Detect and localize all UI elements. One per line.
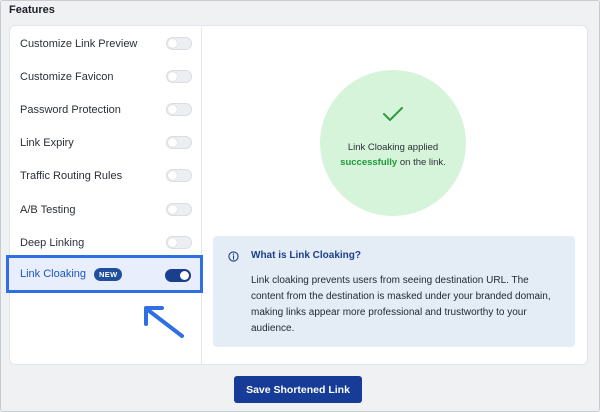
new-badge: NEW [94,267,123,281]
info-title: What is Link Cloaking? [251,250,362,261]
info-body: Link cloaking prevents users from seeing… [251,275,551,334]
success-line2: on the link. [397,157,446,168]
arrow-pointer-icon [144,306,184,338]
toggle-knob [168,105,177,114]
toggle-knob [168,39,177,48]
toggle-traffic-routing-rules[interactable] [166,169,192,182]
toggle-password-protection[interactable] [166,103,192,116]
success-indicator: Link Cloaking applied successfully on th… [320,70,466,216]
toggle-ab-testing[interactable] [166,203,192,216]
feature-item-ab-testing[interactable]: A/B Testing [9,193,201,226]
section-title: Features [9,4,55,16]
feature-label: Deep Linking [20,236,85,249]
toggle-link-expiry[interactable] [166,136,192,149]
check-icon [383,107,403,121]
success-message: Link Cloaking applied successfully on th… [328,140,458,170]
toggle-knob [168,72,177,81]
info-icon [228,251,239,262]
info-box: What is Link Cloaking? Link cloaking pre… [213,236,575,347]
feature-label: Link Expiry [20,136,74,149]
feature-label: Customize Link Preview [20,37,138,50]
feature-label: Customize Favicon [20,70,114,83]
toggle-deep-linking[interactable] [166,236,192,249]
toggle-knob [180,271,189,280]
feature-item-traffic-routing-rules[interactable]: Traffic Routing Rules [9,159,201,192]
panel-divider [201,25,202,365]
success-highlight: successfully [340,157,398,168]
toggle-customize-favicon[interactable] [166,70,192,83]
toggle-knob [168,171,177,180]
feature-item-link-expiry[interactable]: Link Expiry [9,126,201,159]
feature-item-customize-link-preview[interactable]: Customize Link Preview [9,27,201,60]
toggle-knob [168,138,177,147]
feature-item-link-cloaking[interactable]: Link Cloaking NEW [6,255,203,293]
feature-item-customize-favicon[interactable]: Customize Favicon [9,60,201,93]
success-line1: Link Cloaking applied [347,142,439,153]
toggle-knob [168,238,177,247]
feature-label: Traffic Routing Rules [20,169,123,182]
toggle-link-cloaking[interactable] [165,269,191,282]
feature-label: Password Protection [20,103,121,116]
feature-label: A/B Testing [20,203,76,216]
save-shortened-link-button[interactable]: Save Shortened Link [234,376,362,403]
feature-label: Link Cloaking [20,268,87,280]
toggle-customize-link-preview[interactable] [166,37,192,50]
toggle-knob [168,205,177,214]
feature-item-password-protection[interactable]: Password Protection [9,93,201,126]
